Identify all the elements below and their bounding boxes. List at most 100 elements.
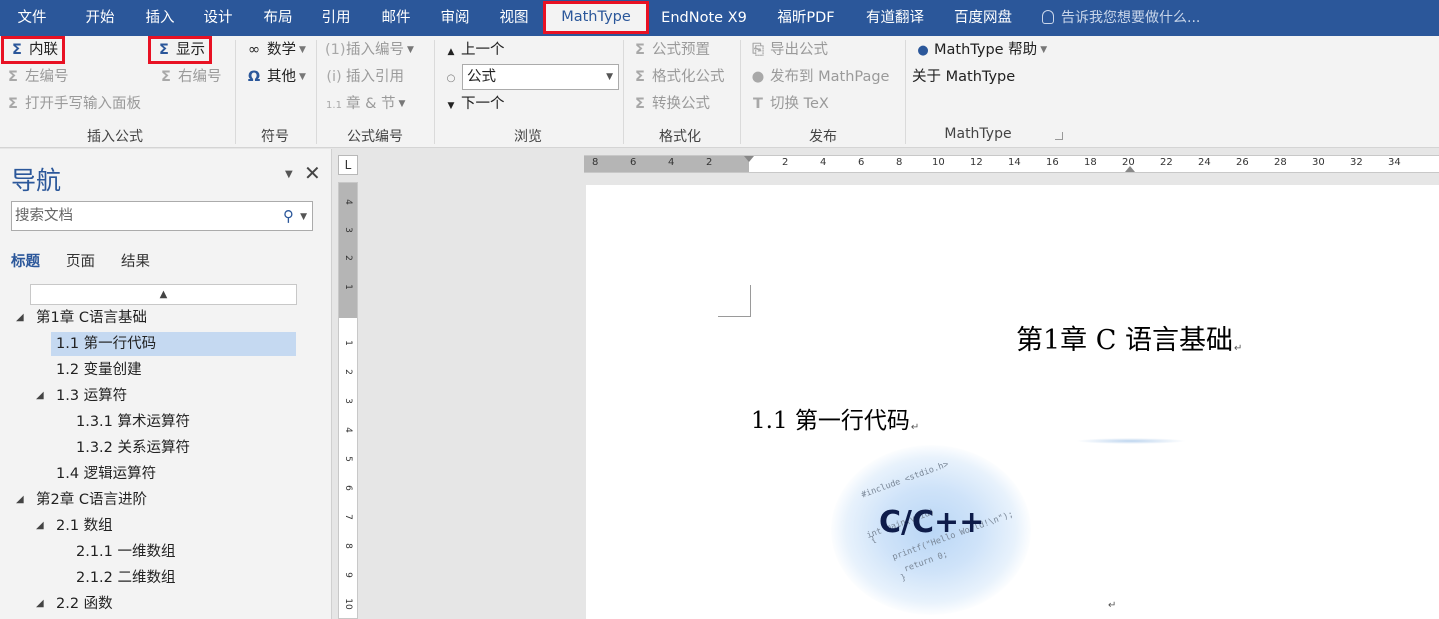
tab-foxit-pdf[interactable]: 福昕PDF: [765, 0, 847, 36]
previous-equation-button[interactable]: ▲ 上一个: [444, 39, 505, 61]
display-equation-button[interactable]: Σ 显示: [148, 36, 212, 64]
about-mathtype-button[interactable]: 关于 MathType: [912, 66, 1015, 88]
group-label-mathtype: MathType: [944, 126, 1012, 142]
insert-reference-button[interactable]: (i) 插入引用: [325, 66, 404, 88]
convert-equations-button[interactable]: Σ 转换公式: [631, 93, 710, 115]
ruler-number: 22: [1160, 157, 1173, 168]
toggle-tex-button[interactable]: T 切换 TeX: [749, 93, 829, 115]
nav-tab-headings[interactable]: 标题: [11, 250, 40, 271]
tab-references[interactable]: 引用: [308, 0, 364, 36]
nav-heading-item[interactable]: 1.4 逻辑运算符: [56, 462, 156, 486]
nav-heading-item[interactable]: 1.3 运算符: [56, 384, 127, 408]
format-equations-button[interactable]: Σ 格式化公式: [631, 66, 724, 88]
ruler-number: 3: [343, 227, 353, 233]
tab-youdao-translate[interactable]: 有道翻译: [857, 0, 933, 36]
chevron-down-icon[interactable]: ▼: [300, 203, 307, 231]
paragraph-mark: ↵: [1108, 600, 1117, 611]
close-icon[interactable]: ✕: [304, 161, 321, 185]
collapse-triangle-icon[interactable]: ◢: [36, 592, 44, 616]
browse-target-radio[interactable]: ○: [444, 66, 461, 88]
browse-target-select[interactable]: 公式 ▼: [462, 64, 619, 90]
tab-mailings[interactable]: 邮件: [368, 0, 424, 36]
ruler-number: 1: [343, 284, 353, 290]
ruler-number: 6: [343, 485, 353, 491]
left-numbered-button[interactable]: Σ 左编号: [4, 66, 68, 88]
tab-design[interactable]: 设计: [190, 0, 246, 36]
nav-pane-title: 导航: [11, 166, 62, 195]
inline-equation-button[interactable]: Σ 内联: [1, 36, 65, 64]
globe-icon: ●: [751, 69, 765, 85]
ruler-number: 14: [1008, 157, 1021, 168]
nav-heading-item[interactable]: 1.3.1 算术运算符: [76, 410, 190, 434]
tab-mathtype[interactable]: MathType: [543, 1, 649, 34]
vertical-ruler[interactable]: 4 3 2 1 1 2 3 4 5 6 7 8 9 10: [338, 182, 358, 619]
nav-heading-item[interactable]: 2.1.2 二维数组: [76, 566, 176, 590]
search-icon[interactable]: ⚲: [283, 202, 294, 230]
chevron-down-icon: ▼: [299, 72, 306, 82]
tab-file[interactable]: 文件: [4, 0, 60, 36]
nav-heading-item[interactable]: 2.1.1 一维数组: [76, 540, 176, 564]
ribbon: Σ 内联 Σ 显示 Σ 左编号 Σ 右编号 Σ 打开手写输入面板 插入公式 ∞ 数学 ▼ Ω其…: [0, 36, 1439, 148]
nav-heading-item[interactable]: 2.1 数组: [56, 514, 113, 538]
tab-layout[interactable]: 布局: [250, 0, 306, 36]
chapter-heading[interactable]: 第1章 C 语言基础↵: [1016, 318, 1242, 357]
ruler-number: 8: [896, 157, 903, 168]
mathtype-help-button[interactable]: ● MathType 帮助 ▼: [915, 39, 1047, 61]
collapse-triangle-icon[interactable]: ◢: [36, 514, 44, 538]
equation-preset-button[interactable]: Σ 公式预置: [631, 39, 710, 61]
collapse-triangle-icon[interactable]: ◢: [16, 306, 24, 330]
paragraph-mark: ↵: [1234, 343, 1243, 354]
insert-number-button[interactable]: (1)插入编号 ▼: [325, 39, 414, 61]
search-document-input[interactable]: 搜索文档 ⚲ ▼: [11, 201, 313, 231]
nav-heading-item[interactable]: 1.2 变量创建: [56, 358, 142, 382]
group-label-insert-equation: 插入公式: [87, 129, 143, 145]
nav-heading-item-selected[interactable]: 1.1 第一行代码: [51, 332, 296, 356]
math-symbols-button[interactable]: ∞ 数学 ▼: [244, 39, 306, 61]
nav-tab-pages[interactable]: 页面: [66, 250, 95, 271]
paragraph-mark: ↵: [910, 422, 920, 433]
ruler-number: 4: [668, 157, 675, 168]
ruler-number: 10: [932, 157, 945, 168]
ruler-number: 18: [1084, 157, 1097, 168]
group-separator: [235, 40, 236, 144]
chapter-section-button[interactable]: 1.1 章 & 节 ▼: [325, 93, 405, 115]
first-line-indent-marker[interactable]: [744, 156, 754, 162]
section-heading[interactable]: 1.1 第一行代码↵: [751, 401, 919, 435]
ruler-number: 20: [1122, 157, 1135, 168]
group-separator: [740, 40, 741, 144]
dialog-launcher-icon[interactable]: [1055, 132, 1063, 140]
tab-baidu-netdisk[interactable]: 百度网盘: [945, 0, 1021, 36]
nav-options-icon[interactable]: ▼: [285, 169, 293, 180]
next-equation-button[interactable]: ▼ 下一个: [444, 93, 505, 115]
collapse-triangle-icon[interactable]: ◢: [36, 384, 44, 408]
export-equations-button[interactable]: ⎘ 导出公式: [749, 39, 828, 61]
group-label-format: 格式化: [659, 129, 701, 145]
navigation-pane: 导航 ▼ ✕ 搜索文档 ⚲ ▼ 标题 页面 结果 ▲ ◢ 第1章 C语言基础 1…: [0, 149, 332, 619]
publish-mathpage-button[interactable]: ● 发布到 MathPage: [749, 66, 890, 88]
tab-endnote[interactable]: EndNote X9: [655, 0, 753, 36]
handwriting-panel-button[interactable]: Σ 打开手写输入面板: [4, 93, 141, 115]
ruler-number: 2: [782, 157, 789, 168]
tab-home[interactable]: 开始: [72, 0, 128, 36]
other-symbols-button[interactable]: Ω 其他 ▼: [244, 66, 306, 88]
collapse-all-button[interactable]: ▲: [30, 284, 297, 305]
nav-heading-item[interactable]: 1.3.2 关系运算符: [76, 436, 190, 460]
nav-tab-results[interactable]: 结果: [121, 250, 150, 271]
nav-heading-item[interactable]: 第1章 C语言基础: [36, 306, 147, 330]
tell-me-box[interactable]: 告诉我您想要做什么...: [1042, 0, 1200, 36]
ruler-number: 3: [343, 398, 353, 404]
collapse-triangle-icon[interactable]: ◢: [16, 488, 24, 512]
nav-heading-item[interactable]: 2.2 函数: [56, 592, 113, 616]
tab-selector-button[interactable]: L: [338, 155, 358, 175]
help-icon: ●: [917, 43, 929, 58]
ruler-margin-shade: [584, 156, 749, 172]
c-cpp-logo-image[interactable]: #include <stdio.h> int main(void) { prin…: [831, 445, 1031, 615]
decorative-glow: [1076, 438, 1186, 444]
tab-view[interactable]: 视图: [486, 0, 542, 36]
right-numbered-button[interactable]: Σ 右编号: [157, 66, 221, 88]
horizontal-ruler[interactable]: 8 6 4 2 2 4 6 8 10 12 14 16 18 20 22 24 …: [584, 155, 1439, 173]
tab-review[interactable]: 审阅: [427, 0, 483, 36]
document-page[interactable]: 第1章 C 语言基础↵ 1.1 第一行代码↵ #include <stdio.h…: [586, 185, 1439, 619]
tab-insert[interactable]: 插入: [132, 0, 188, 36]
nav-heading-item[interactable]: 第2章 C语言进阶: [36, 488, 147, 512]
